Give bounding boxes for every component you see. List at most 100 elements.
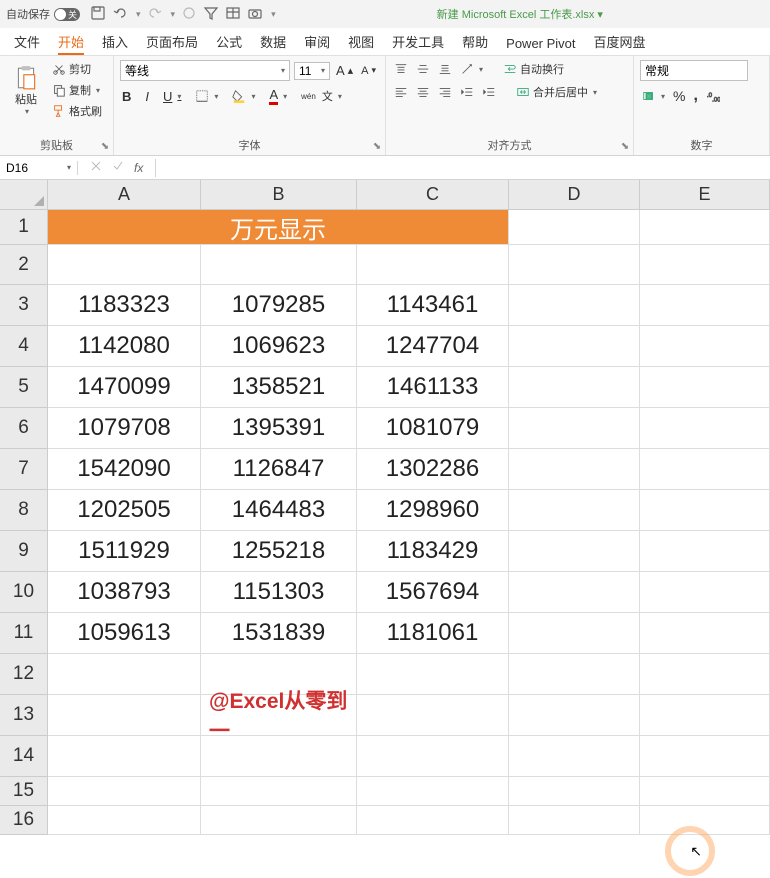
cell[interactable]: 1358521 [201,367,357,408]
comma-icon[interactable]: , [691,86,699,106]
fx-icon[interactable]: fx [134,161,143,175]
decrease-font-icon[interactable]: A▾ [359,64,378,78]
cell[interactable]: 1069623 [201,326,357,367]
cell[interactable]: 1126847 [201,449,357,490]
cell[interactable]: 1142080 [48,326,201,367]
cell[interactable] [640,736,770,777]
cell[interactable]: 1395391 [201,408,357,449]
cell[interactable] [509,806,640,835]
row-header[interactable]: 11 [0,613,48,654]
cell[interactable] [509,367,640,408]
cell[interactable]: 1461133 [357,367,509,408]
cell[interactable] [509,449,640,490]
border-button[interactable]: ▾ [193,88,220,104]
cell[interactable] [640,245,770,285]
cell[interactable] [509,408,640,449]
cell[interactable] [48,736,201,777]
tab-视图[interactable]: 视图 [348,32,374,55]
align-center-icon[interactable] [414,84,432,100]
cell[interactable]: 1038793 [48,572,201,613]
dialog-launcher-icon[interactable]: ⬊ [371,141,383,153]
column-header[interactable]: B [201,180,357,210]
touch-icon[interactable] [181,5,197,24]
cell[interactable] [48,695,201,736]
tab-开始[interactable]: 开始 [58,32,84,55]
merge-center-button[interactable]: 合并后居中▾ [514,83,599,101]
orientation-icon[interactable]: ▾ [458,61,485,77]
cell[interactable]: 1247704 [357,326,509,367]
wrap-text-button[interactable]: 自动换行 [501,60,566,78]
cell[interactable] [357,245,509,285]
cell[interactable]: 1079708 [48,408,201,449]
cell[interactable] [509,613,640,654]
cell[interactable]: 1567694 [357,572,509,613]
column-header[interactable]: D [509,180,640,210]
align-middle-icon[interactable] [414,61,432,77]
cell[interactable] [509,490,640,531]
row-header[interactable]: 7 [0,449,48,490]
format-painter-button[interactable]: 格式刷 [50,102,104,120]
tab-百度网盘[interactable]: 百度网盘 [594,32,646,55]
cell[interactable]: 1183429 [357,531,509,572]
cell[interactable] [48,777,201,806]
cell[interactable] [357,806,509,835]
cell[interactable] [640,613,770,654]
cell[interactable] [357,777,509,806]
cell[interactable] [357,654,509,695]
cell[interactable] [509,695,640,736]
align-bottom-icon[interactable] [436,61,454,77]
cell[interactable] [640,572,770,613]
tab-插入[interactable]: 插入 [102,32,128,55]
increase-indent-icon[interactable] [480,84,498,100]
cell[interactable] [509,326,640,367]
row-header[interactable]: 2 [0,245,48,285]
cell[interactable] [640,285,770,326]
cell[interactable] [201,806,357,835]
filter-icon[interactable] [203,5,219,24]
row-header[interactable]: 10 [0,572,48,613]
row-header[interactable]: 5 [0,367,48,408]
italic-button[interactable]: I [143,88,151,105]
tab-Power Pivot[interactable]: Power Pivot [506,36,575,55]
cell[interactable]: 1464483 [201,490,357,531]
cell[interactable] [509,572,640,613]
cell[interactable]: 1531839 [201,613,357,654]
toggle-switch[interactable]: 关 [54,8,80,21]
cell[interactable] [640,654,770,695]
cell[interactable]: 1470099 [48,367,201,408]
row-header[interactable]: 3 [0,285,48,326]
cell[interactable]: 1183323 [48,285,201,326]
cell[interactable]: 1302286 [357,449,509,490]
name-box[interactable]: D16▾ [0,161,78,175]
decrease-indent-icon[interactable] [458,84,476,100]
undo-icon[interactable] [112,5,128,24]
underline-button[interactable]: U▾ [161,88,183,105]
cell[interactable] [640,326,770,367]
fill-color-button[interactable]: ▾ [230,88,257,104]
percent-icon[interactable]: % [671,87,687,105]
cell[interactable] [640,490,770,531]
align-top-icon[interactable] [392,61,410,77]
cell[interactable]: 1151303 [201,572,357,613]
cell[interactable] [201,736,357,777]
column-header[interactable]: C [357,180,509,210]
cell[interactable] [509,654,640,695]
cell[interactable] [640,210,770,245]
select-all-corner[interactable] [0,180,48,210]
column-header[interactable]: A [48,180,201,210]
cell[interactable] [640,777,770,806]
cell[interactable]: 1079285 [201,285,357,326]
enter-icon[interactable] [112,159,124,177]
row-header[interactable]: 14 [0,736,48,777]
row-header[interactable]: 4 [0,326,48,367]
cell[interactable] [509,210,640,245]
cell[interactable] [509,736,640,777]
tab-文件[interactable]: 文件 [14,32,40,55]
row-header[interactable]: 8 [0,490,48,531]
cell[interactable]: 1298960 [357,490,509,531]
increase-font-icon[interactable]: A▴ [334,62,355,79]
cell[interactable]: 1081079 [357,408,509,449]
redo-icon[interactable] [147,5,163,24]
row-header[interactable]: 1 [0,210,48,245]
cell[interactable] [48,245,201,285]
